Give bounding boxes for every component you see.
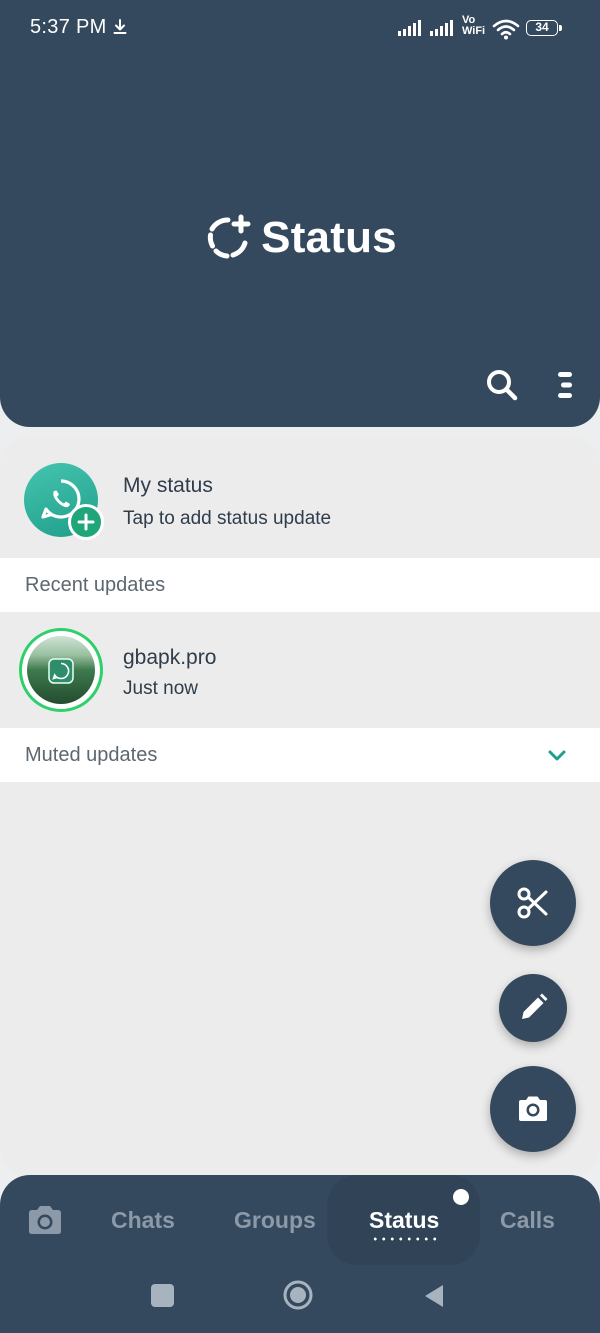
recents-button[interactable] — [151, 1284, 174, 1307]
signal-icon — [430, 20, 453, 36]
volte-bottom: WiFi — [462, 25, 486, 37]
contact-name: gbapk.pro — [123, 646, 217, 669]
section-label: Recent updates — [25, 574, 166, 596]
volte-indicator: Vo WiFi — [462, 15, 485, 37]
muted-updates-header[interactable]: Muted updates — [0, 728, 600, 782]
clock: 5:37 PM — [30, 16, 107, 38]
text-status-fab[interactable] — [499, 974, 567, 1042]
battery-indicator: 34 — [526, 20, 562, 36]
system-status-bar: 5:37 PM Vo WiFi 34 — [0, 0, 600, 56]
battery-level: 34 — [535, 20, 549, 34]
section-label: Muted updates — [25, 744, 158, 766]
my-status-row[interactable]: My status Tap to add status update — [0, 436, 600, 558]
pencil-icon — [522, 993, 548, 1019]
tab-chats[interactable]: Chats — [111, 1207, 175, 1234]
my-status-title: My status — [123, 474, 213, 497]
whatsapp-icon — [48, 658, 74, 684]
home-button[interactable] — [282, 1279, 314, 1311]
active-tab-indicator — [371, 1237, 439, 1241]
edit-status-fab[interactable] — [490, 860, 576, 946]
recent-updates-header: Recent updates — [0, 558, 600, 612]
camera-icon — [519, 1096, 547, 1121]
status-avatar[interactable] — [19, 628, 103, 712]
page-title-area: Status — [0, 210, 600, 266]
update-time: Just now — [123, 678, 198, 699]
camera-icon[interactable] — [27, 1204, 63, 1236]
status-add-icon — [207, 214, 251, 259]
menu-icon[interactable] — [553, 368, 579, 402]
camera-status-fab[interactable] — [490, 1066, 576, 1152]
search-icon[interactable] — [485, 368, 519, 402]
download-icon — [113, 19, 127, 34]
new-status-badge — [453, 1189, 469, 1205]
back-button[interactable] — [423, 1283, 445, 1309]
wifi-icon — [492, 19, 520, 40]
add-status-badge[interactable] — [68, 504, 104, 540]
tab-calls[interactable]: Calls — [500, 1207, 555, 1234]
plus-icon — [77, 513, 95, 531]
page-title: Status — [261, 213, 397, 262]
signal-icon — [398, 20, 421, 36]
tab-status[interactable]: Status — [369, 1207, 439, 1234]
status-thumbnail — [27, 636, 95, 704]
scissors-icon — [517, 887, 548, 919]
bottom-navigation: Chats Groups Status Calls — [0, 1175, 600, 1333]
chevron-down-icon[interactable] — [546, 744, 568, 766]
status-update-item[interactable]: gbapk.pro Just now — [0, 612, 600, 728]
app-header: 5:37 PM Vo WiFi 34 Status — [0, 0, 600, 427]
my-status-subtitle: Tap to add status update — [123, 508, 332, 529]
tab-groups[interactable]: Groups — [234, 1207, 316, 1234]
status-list: My status Tap to add status update Recen… — [0, 436, 600, 1176]
